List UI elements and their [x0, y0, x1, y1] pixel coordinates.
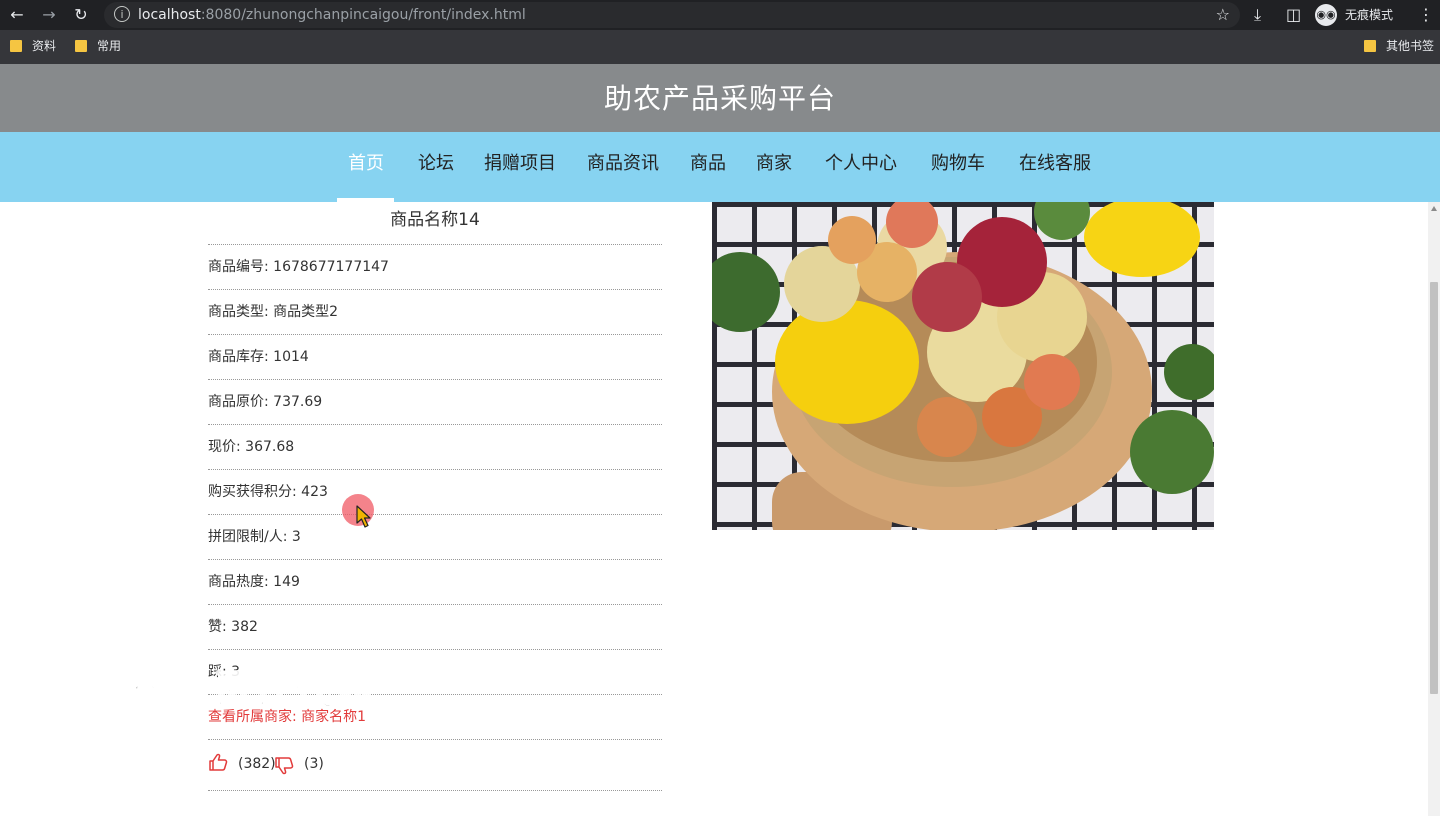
folder-icon [10, 40, 22, 52]
nav-forum[interactable]: 论坛 [418, 152, 454, 176]
incognito-icon: ◉◉ [1315, 4, 1337, 26]
browser-menu-icon[interactable]: ⋮ [1418, 5, 1434, 24]
url-text[interactable]: localhost:8080/zhunongchanpincaigou/fron… [138, 6, 526, 24]
like-count: (382) [238, 756, 276, 772]
bookmark-star-icon[interactable]: ☆ [1216, 5, 1230, 24]
side-panel-icon[interactable]: ◫ [1286, 5, 1301, 25]
page-scrollbar[interactable] [1428, 202, 1440, 816]
url-path: :8080/zhunongchanpincaigou/front/index.h… [200, 7, 526, 23]
nav-product-news[interactable]: 商品资讯 [587, 152, 659, 176]
nav-support[interactable]: 在线客服 [1019, 152, 1091, 176]
nav-cart[interactable]: 购物车 [931, 152, 985, 176]
product-image [712, 202, 1214, 530]
back-arrow-icon[interactable]: ← [6, 5, 28, 25]
bookmark-label: 资料 [32, 39, 57, 53]
nav-profile[interactable]: 个人中心 [825, 152, 897, 176]
scrollbar-thumb[interactable] [1430, 282, 1438, 694]
nav-home[interactable]: 首页 [348, 152, 384, 176]
bookmarks-bar: 资料 常用 其他书签 [0, 30, 1440, 64]
fruit-basket-image [712, 202, 1214, 530]
site-title: 助农产品采购平台 [603, 82, 836, 115]
forward-arrow-icon[interactable]: → [38, 5, 60, 25]
field-current-price: 现价: 367.68 [208, 424, 662, 469]
product-name: 商品名称14 [390, 210, 480, 230]
vote-row: (382) (3) [208, 740, 662, 790]
nav-donation[interactable]: 捐赠项目 [484, 152, 556, 176]
field-points: 购买获得积分: 423 [208, 469, 662, 514]
dislike-count: (3) [304, 756, 324, 772]
field-original-price: 商品原价: 737.69 [208, 379, 662, 424]
folder-icon [75, 40, 87, 52]
reload-icon[interactable]: ↻ [70, 5, 92, 25]
bottom-divider [208, 790, 662, 791]
thumbs-down-icon[interactable] [274, 757, 294, 775]
address-bar[interactable]: i localhost:8080/zhunongchanpincaigou/fr… [104, 2, 1240, 28]
field-product-type: 商品类型: 商品类型2 [208, 289, 662, 334]
incognito-indicator[interactable]: ◉◉ 无痕模式 [1315, 4, 1425, 26]
browser-toolbar: ← → ↻ i localhost:8080/zhunongchanpincai… [0, 0, 1440, 30]
field-product-id: 商品编号: 1678677177147 [208, 244, 662, 289]
url-host: localhost [138, 7, 201, 23]
bookmark-label: 常用 [97, 39, 122, 53]
active-nav-indicator [337, 198, 394, 202]
download-icon[interactable]: ⤓ [1254, 5, 1261, 25]
field-popularity: 商品热度: 149 [208, 559, 662, 604]
scroll-up-icon[interactable] [1431, 206, 1437, 211]
nav-merchants[interactable]: 商家 [756, 152, 792, 176]
field-group-limit: 拼团限制/人: 3 [208, 514, 662, 559]
watermark-text: 专业毕业设计代做 [47, 667, 376, 715]
mouse-cursor-icon [356, 505, 371, 528]
incognito-label: 无痕模式 [1345, 8, 1394, 22]
thumbs-up-icon[interactable] [208, 753, 228, 771]
field-stock: 商品库存: 1014 [208, 334, 662, 379]
folder-icon [1364, 40, 1376, 52]
field-likes: 赞: 382 [208, 604, 662, 649]
site-header: 助农产品采购平台 [0, 64, 1440, 132]
site-info-icon[interactable]: i [114, 6, 130, 22]
main-nav: 首页 论坛 捐赠项目 商品资讯 商品 商家 个人中心 购物车 在线客服 [0, 132, 1440, 202]
bookmark-label: 其他书签 [1386, 39, 1435, 53]
nav-products[interactable]: 商品 [690, 152, 726, 176]
